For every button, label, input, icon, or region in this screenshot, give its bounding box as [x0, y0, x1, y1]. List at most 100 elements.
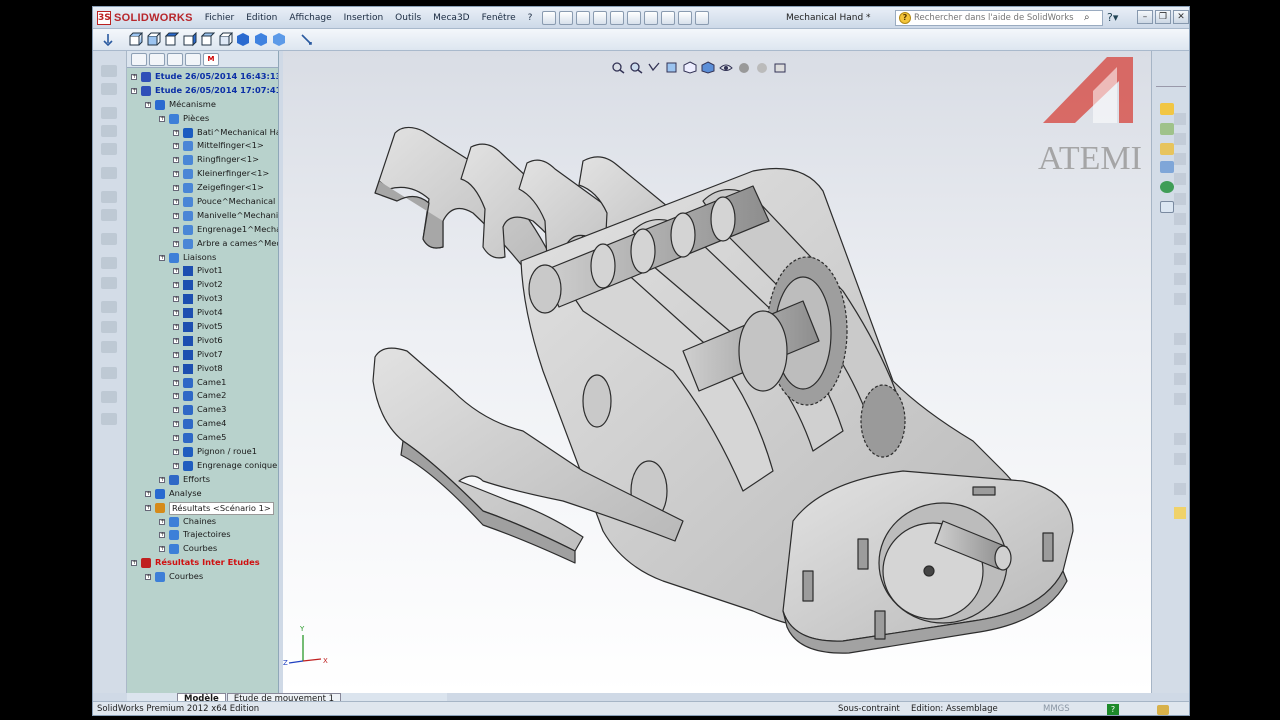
expand-toggle-icon[interactable]: +	[173, 379, 179, 386]
expand-toggle-icon[interactable]: +	[173, 157, 179, 164]
expand-toggle-icon[interactable]: +	[173, 171, 179, 178]
rebuild-icon[interactable]	[661, 10, 676, 25]
tree-item[interactable]: + Résultats <Scénario 1>	[127, 501, 278, 515]
tree-item[interactable]: + Courbes	[127, 570, 278, 584]
file-explorer-icon[interactable]	[1160, 143, 1174, 155]
tree-item[interactable]: + Pivot7	[127, 348, 278, 362]
unit-system[interactable]: MMGS	[1043, 702, 1070, 715]
expand-toggle-icon[interactable]: +	[173, 449, 179, 456]
menu-edition[interactable]: Edition	[240, 7, 283, 29]
expand-toggle-icon[interactable]: +	[173, 310, 179, 317]
tool-4-icon[interactable]	[101, 125, 117, 137]
expand-toggle-icon[interactable]: +	[173, 421, 179, 428]
new-document-icon[interactable]	[559, 10, 574, 25]
expand-toggle-icon[interactable]: +	[173, 407, 179, 414]
line-tool-icon[interactable]	[1174, 113, 1186, 125]
cube-blue-2-icon[interactable]	[254, 32, 269, 47]
cube-left-icon[interactable]	[164, 32, 179, 47]
tree-item[interactable]: + Etude 26/05/2014 16:43:13	[127, 70, 278, 84]
cube-right-icon[interactable]	[182, 32, 197, 47]
menu-outils[interactable]: Outils	[389, 7, 427, 29]
tree-item[interactable]: + Bati^Mechanical Hand	[127, 126, 278, 140]
file-properties-icon[interactable]	[678, 10, 693, 25]
tool-7-icon[interactable]	[101, 191, 117, 203]
cube-top-icon[interactable]	[200, 32, 215, 47]
tree-item[interactable]: + Pivot4	[127, 306, 278, 320]
tool-16-icon[interactable]	[101, 391, 117, 403]
quick-snaps-icon[interactable]	[1174, 483, 1186, 495]
arc-tool-icon[interactable]	[1174, 193, 1186, 205]
tree-item[interactable]: + Engrenage conique1	[127, 459, 278, 473]
tree-item[interactable]: + Mécanisme	[127, 98, 278, 112]
expand-toggle-icon[interactable]: +	[173, 462, 179, 469]
tool-5-icon[interactable]	[101, 143, 117, 155]
help-status-icon[interactable]: ?	[1107, 704, 1119, 715]
restore-button[interactable]: ❐	[1155, 10, 1171, 24]
expand-toggle-icon[interactable]: +	[131, 74, 137, 80]
menu-affichage[interactable]: Affichage	[283, 7, 337, 29]
tree-item[interactable]: + Pivot6	[127, 334, 278, 348]
polygon-tool-icon[interactable]	[1174, 213, 1186, 225]
tree-item[interactable]: + Pignon / roue1	[127, 445, 278, 459]
tool-17-icon[interactable]	[101, 413, 117, 425]
tree-item[interactable]: + Kleinerfinger<1>	[127, 167, 278, 181]
view-orientation-icon[interactable]	[101, 32, 116, 47]
rebuild-status-icon[interactable]	[1157, 705, 1169, 715]
tree-item[interactable]: + Etude 26/05/2014 17:07:41	[127, 84, 278, 98]
expand-toggle-icon[interactable]: +	[173, 212, 179, 219]
tree-item[interactable]: + Came3	[127, 403, 278, 417]
menu-meca3d[interactable]: Meca3D	[427, 7, 475, 29]
tree-item[interactable]: + Pouce^Mechanical Hand	[127, 195, 278, 209]
tool-10-icon[interactable]	[101, 257, 117, 269]
tree-item[interactable]: + Came1	[127, 376, 278, 390]
view-palette-icon[interactable]	[1160, 161, 1174, 173]
tree-item[interactable]: + Arbre a cames^Mechanical Hand	[127, 237, 278, 251]
tool-1-icon[interactable]	[101, 65, 117, 77]
expand-toggle-icon[interactable]: +	[173, 129, 179, 136]
tree-item[interactable]: + Pivot5	[127, 320, 278, 334]
expand-toggle-icon[interactable]: +	[173, 435, 179, 442]
tree-item[interactable]: + Came2	[127, 389, 278, 403]
cube-blue-3-icon[interactable]	[272, 32, 287, 47]
menu-fenetre[interactable]: Fenêtre	[476, 7, 522, 29]
config-manager-tab-icon[interactable]	[167, 53, 183, 66]
help-search-box[interactable]: ? ⌕	[895, 10, 1103, 26]
slot-tool-icon[interactable]	[1174, 153, 1186, 165]
mechanical-hand-model[interactable]: Y X Z	[283, 51, 1151, 693]
expand-toggle-icon[interactable]: +	[173, 351, 179, 358]
tree-item[interactable]: + Résultats Inter Etudes	[127, 556, 278, 570]
tree-item[interactable]: + Pivot1	[127, 264, 278, 278]
expand-toggle-icon[interactable]: +	[131, 87, 137, 94]
tree-item[interactable]: + Pivot2	[127, 278, 278, 292]
mirror-tool-icon[interactable]	[1174, 333, 1186, 345]
tree-item[interactable]: + Pivot3	[127, 292, 278, 306]
offset-tool-icon[interactable]	[1174, 353, 1186, 365]
tree-item[interactable]: + Came4	[127, 417, 278, 431]
rectangle-tool-icon[interactable]	[1174, 133, 1186, 145]
expand-toggle-icon[interactable]: +	[173, 268, 179, 275]
fillet-tool-icon[interactable]	[1174, 253, 1186, 265]
expand-toggle-icon[interactable]: +	[173, 324, 179, 331]
select-icon[interactable]	[644, 10, 659, 25]
pattern-tool-icon[interactable]	[1174, 393, 1186, 405]
feature-tree-tab-icon[interactable]	[131, 53, 147, 66]
rapid-sketch-icon[interactable]	[1174, 507, 1186, 519]
tree-item[interactable]: + Trajectoires	[127, 528, 278, 542]
tree-item[interactable]: + Zeigefinger<1>	[127, 181, 278, 195]
expand-toggle-icon[interactable]: +	[145, 574, 151, 581]
expand-toggle-icon[interactable]: +	[173, 337, 179, 344]
tree-item[interactable]: + Analyse	[127, 487, 278, 501]
custom-properties-icon[interactable]	[1160, 201, 1174, 213]
cube-front-icon[interactable]	[128, 32, 143, 47]
expand-toggle-icon[interactable]: +	[145, 490, 151, 497]
tool-14-icon[interactable]	[101, 341, 117, 353]
print-icon[interactable]	[610, 10, 625, 25]
tool-11-icon[interactable]	[101, 277, 117, 289]
expand-toggle-icon[interactable]: +	[173, 365, 179, 372]
tool-12-icon[interactable]	[101, 301, 117, 313]
expand-toggle-icon[interactable]: +	[173, 199, 179, 206]
circle-tool-icon[interactable]	[1174, 173, 1186, 185]
expand-toggle-icon[interactable]: +	[159, 476, 165, 483]
tree-item[interactable]: + Ringfinger<1>	[127, 153, 278, 167]
tool-9-icon[interactable]	[101, 233, 117, 245]
